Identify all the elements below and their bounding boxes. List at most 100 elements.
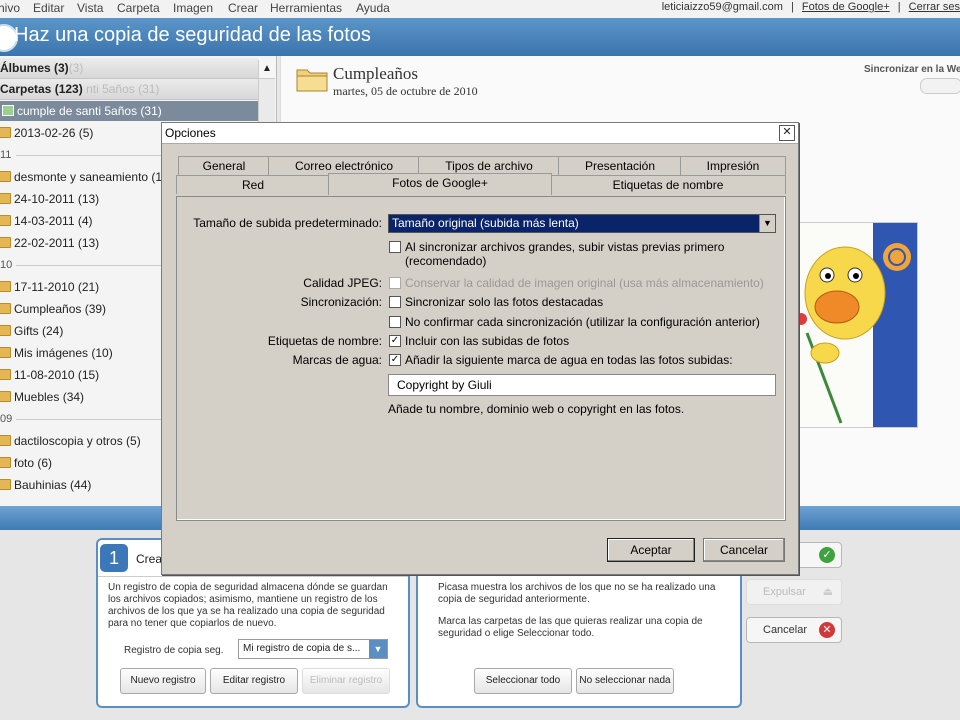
folder-label: 14-03-2011 (4) xyxy=(14,214,93,228)
menu-editar[interactable]: Editar xyxy=(33,1,64,15)
eject-label: Expulsar xyxy=(763,586,806,598)
chevron-down-icon[interactable]: ▼ xyxy=(369,640,387,658)
tab-slideshow[interactable]: Presentación xyxy=(558,156,682,175)
folder-label: 17-11-2010 (21) xyxy=(14,280,100,294)
albums-ghost-text: (3) xyxy=(68,61,84,75)
add-watermark-label: Añadir la siguiente marca de agua en tod… xyxy=(405,353,733,367)
page-title: Haz una copia de seguridad de las fotos xyxy=(14,24,371,46)
folder-icon xyxy=(0,325,11,336)
selected-folder[interactable]: cumple de santi 5años (31) xyxy=(0,101,258,121)
no-confirm-label: No confirmar cada sincronización (utiliz… xyxy=(405,315,760,329)
add-watermark-checkbox[interactable]: ✓ xyxy=(389,354,401,366)
step1-title: Crea xyxy=(136,552,163,566)
folder-label: desmonte y saneamiento (1 xyxy=(14,170,163,184)
upload-size-select[interactable]: Tamaño original (subida más lenta) ▼ xyxy=(388,214,776,233)
menu-herramientas[interactable]: Herramientas xyxy=(270,1,342,15)
account-area: leticiaizzo59@gmail.com | Fotos de Googl… xyxy=(662,1,960,13)
dialog-close-icon[interactable]: ✕ xyxy=(779,125,795,141)
chevron-down-icon[interactable]: ▼ xyxy=(759,215,775,232)
menu-vista[interactable]: Vista xyxy=(77,1,103,15)
folder-label: 24-10-2011 (13) xyxy=(14,192,100,206)
folders-header[interactable]: Carpetas (123) nti 5años (31) xyxy=(0,79,258,100)
sync-starred-checkbox[interactable] xyxy=(389,296,401,308)
user-email: leticiaizzo59@gmail.com xyxy=(661,1,783,13)
folder-icon xyxy=(0,171,11,182)
new-log-button[interactable]: Nuevo registro xyxy=(120,668,206,694)
jpeg-quality-label: Calidad JPEG: xyxy=(303,276,382,290)
folder-icon xyxy=(0,369,11,380)
watermark-label: Marcas de agua: xyxy=(292,353,382,367)
select-all-button[interactable]: Seleccionar todo xyxy=(474,668,572,694)
options-dialog: Opciones ✕ General Correo electrónico Ti… xyxy=(161,122,799,575)
menu-archivo[interactable]: hivo xyxy=(0,1,20,15)
folder-label: Mis imágenes (10) xyxy=(14,346,113,360)
photo-thumbnail[interactable] xyxy=(796,222,918,428)
edit-log-button[interactable]: Editar registro xyxy=(210,668,298,694)
step1-description: Un registro de copia de seguridad almace… xyxy=(108,582,388,629)
folder-icon xyxy=(0,215,11,226)
sync-starred-label: Sincronizar solo las fotos destacadas xyxy=(405,295,604,309)
no-confirm-checkbox[interactable] xyxy=(389,316,401,328)
folders-ghost-text: nti 5años (31) xyxy=(86,82,160,96)
folder-icon xyxy=(0,347,11,358)
jpeg-quality-option: Conservar la calidad de imagen original … xyxy=(405,276,764,290)
eject-icon: ⏏ xyxy=(822,586,833,598)
menu-carpeta[interactable]: Carpeta xyxy=(117,1,160,15)
backup-log-label: Registro de copia seg. xyxy=(124,645,224,656)
watermark-hint: Añade tu nombre, dominio web o copyright… xyxy=(388,402,685,416)
duck-drawing-icon xyxy=(797,223,917,427)
jpeg-quality-checkbox[interactable] xyxy=(389,277,401,289)
albums-label: Álbumes (3) xyxy=(0,61,69,75)
tab-network[interactable]: Red xyxy=(176,175,330,194)
backup-log-select[interactable]: Mi registro de copia de s... ▼ xyxy=(238,639,388,659)
tab-name-tags[interactable]: Etiquetas de nombre xyxy=(550,175,786,194)
year-label: 11 xyxy=(0,149,12,161)
scroll-up-icon[interactable]: ▲ xyxy=(259,60,275,79)
accept-button[interactable]: Aceptar xyxy=(607,538,695,562)
logout-link[interactable]: Cerrar ses xyxy=(909,1,960,13)
separator: | xyxy=(897,1,901,13)
delete-log-button[interactable]: Eliminar registro xyxy=(302,668,390,694)
dialog-title-bar[interactable]: Opciones ✕ xyxy=(162,123,798,144)
step2-description-2: Marca las carpetas de las que quieras re… xyxy=(438,616,703,639)
sync-web-label[interactable]: Sincronizar en la Web xyxy=(864,64,960,75)
albums-header[interactable]: Álbumes (3)(3) xyxy=(0,58,258,79)
folder-icon xyxy=(0,303,11,314)
folder-label: 22-02-2011 (13) xyxy=(14,236,100,250)
sync-label: Sincronización: xyxy=(300,295,382,309)
year-label: 09 xyxy=(0,413,13,425)
separator: | xyxy=(790,1,794,13)
select-none-button[interactable]: No seleccionar nada xyxy=(576,668,674,694)
include-uploads-label: Incluir con las subidas de fotos xyxy=(405,334,570,348)
tab-printing[interactable]: Impresión xyxy=(680,156,786,175)
folder-label: Muebles (34) xyxy=(14,390,85,404)
backup-log-value: Mi registro de copia de s... xyxy=(243,643,361,654)
folder-label: Gifts (24) xyxy=(14,324,64,338)
folder-icon xyxy=(0,193,11,204)
folder-icon xyxy=(0,391,11,402)
upload-size-label: Tamaño de subida predeterminado: xyxy=(193,216,382,230)
folder-label: 11-08-2010 (15) xyxy=(14,368,100,382)
folder-label: 2013-02-26 (5) xyxy=(14,126,94,140)
eject-button[interactable]: Expulsar ⏏ xyxy=(746,579,842,605)
folder-label: Bauhinias (44) xyxy=(14,478,92,492)
folder-icon xyxy=(0,435,11,446)
watermark-value: Copyright by Giuli xyxy=(397,378,492,392)
cancel-backup-button[interactable]: Cancelar ✕ xyxy=(746,617,842,643)
tab-general[interactable]: General xyxy=(178,156,270,175)
cancel-button[interactable]: Cancelar xyxy=(703,538,785,562)
check-icon: ✓ xyxy=(819,547,835,563)
menu-crear[interactable]: Crear xyxy=(228,1,258,15)
preview-first-label-2: (recomendado) xyxy=(405,254,487,268)
include-uploads-checkbox[interactable]: ✓ xyxy=(389,335,401,347)
menu-imagen[interactable]: Imagen xyxy=(173,1,213,15)
menu-ayuda[interactable]: Ayuda xyxy=(356,1,390,15)
watermark-input[interactable]: Copyright by Giuli xyxy=(388,374,776,396)
preview-first-checkbox[interactable] xyxy=(389,241,401,253)
folders-label: Carpetas (123) xyxy=(0,82,83,96)
folder-label: foto (6) xyxy=(14,456,53,470)
title-band: Haz una copia de seguridad de las fotos xyxy=(0,18,960,56)
sync-toggle[interactable] xyxy=(920,78,960,94)
tab-google-photos[interactable]: Fotos de Google+ xyxy=(328,173,552,195)
google-photos-link[interactable]: Fotos de Google+ xyxy=(802,1,890,13)
